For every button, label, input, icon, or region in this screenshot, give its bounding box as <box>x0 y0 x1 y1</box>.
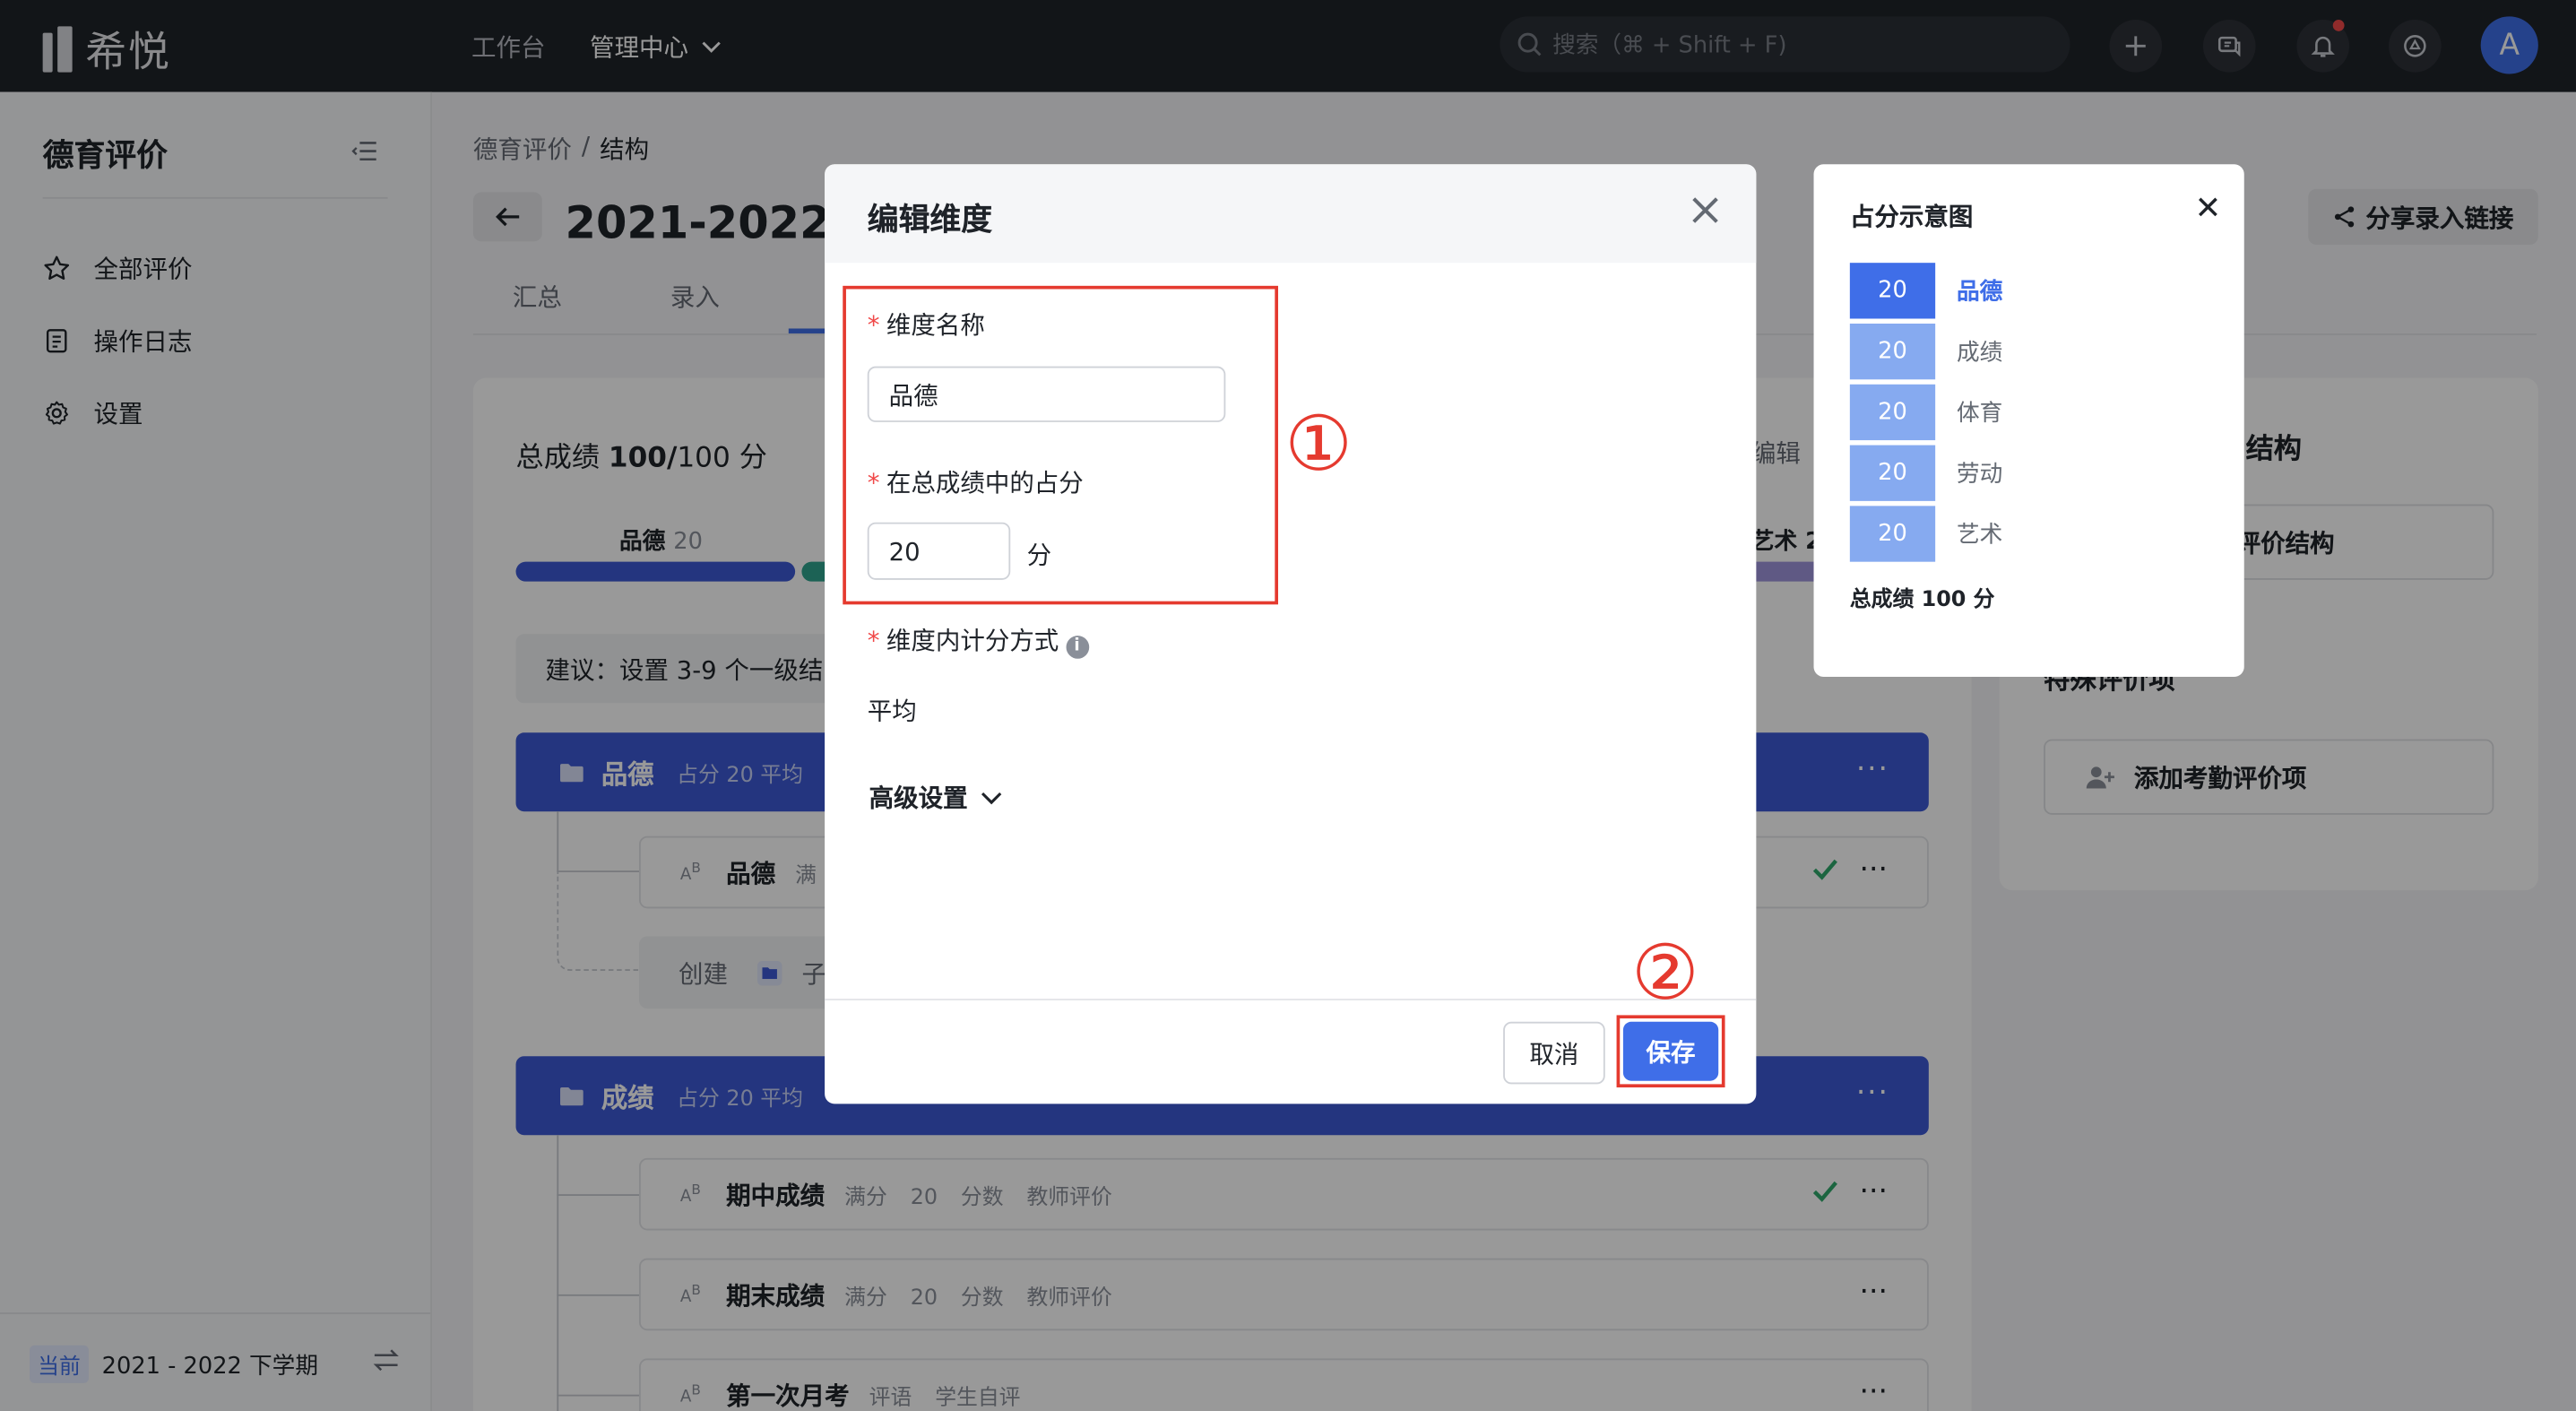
scoring-method-label: * 维度内计分方式 i <box>868 622 1089 658</box>
dialog-title: 编辑维度 <box>867 202 993 238</box>
advanced-settings-label: 高级设置 <box>869 783 968 814</box>
cancel-button[interactable]: 取消 <box>1503 1021 1605 1085</box>
dialog-footer-divider <box>825 999 1757 1000</box>
annotation-marker-2: ② <box>1631 928 1699 1017</box>
popover-row-character: 20 品德 <box>1849 263 2003 319</box>
share-cell: 20 <box>1849 384 1936 441</box>
scoring-method-value: 平均 <box>867 696 917 726</box>
share-label: 品德 <box>1956 279 2003 306</box>
share-cell: 20 <box>1849 506 1936 562</box>
share-label: 劳动 <box>1956 461 2003 489</box>
highlight-box-fields <box>843 285 1278 605</box>
info-icon[interactable]: i <box>1065 635 1089 658</box>
popover-row-pe: 20 体育 <box>1849 384 2003 441</box>
chevron-down-icon <box>981 792 1002 804</box>
popover-row-grades: 20 成绩 <box>1849 323 2003 380</box>
share-cell: 20 <box>1849 323 1936 380</box>
popover-title: 占分示意图 <box>1849 202 1974 232</box>
dialog-close-button[interactable] <box>1689 194 1722 233</box>
share-label: 艺术 <box>1956 522 2003 550</box>
annotation-marker-1: ① <box>1284 399 1353 489</box>
advanced-settings-toggle[interactable]: 高级设置 <box>869 780 1002 814</box>
popover-close-button[interactable] <box>2197 194 2220 225</box>
popover-row-art: 20 艺术 <box>1849 506 2003 562</box>
popover-row-labor: 20 劳动 <box>1849 445 2003 501</box>
close-icon <box>1692 197 1718 223</box>
share-cell: 20 <box>1849 445 1936 501</box>
close-icon <box>2199 197 2217 217</box>
share-label: 体育 <box>1956 401 2003 428</box>
popover-total: 总成绩 100 分 <box>1849 587 1995 613</box>
share-cell: 20 <box>1849 263 1936 319</box>
edit-dimension-dialog: 编辑维度 *维度名称 *在总成绩中的占分 分 *维度内计分方式i 平均 高级设置… <box>825 164 1757 1104</box>
highlight-box-save <box>1616 1015 1725 1088</box>
score-share-popover: 占分示意图 20 品德 20 成绩 20 体育 20 劳动 20 艺术 总成绩 … <box>1813 164 2244 677</box>
share-label: 成绩 <box>1956 340 2003 367</box>
